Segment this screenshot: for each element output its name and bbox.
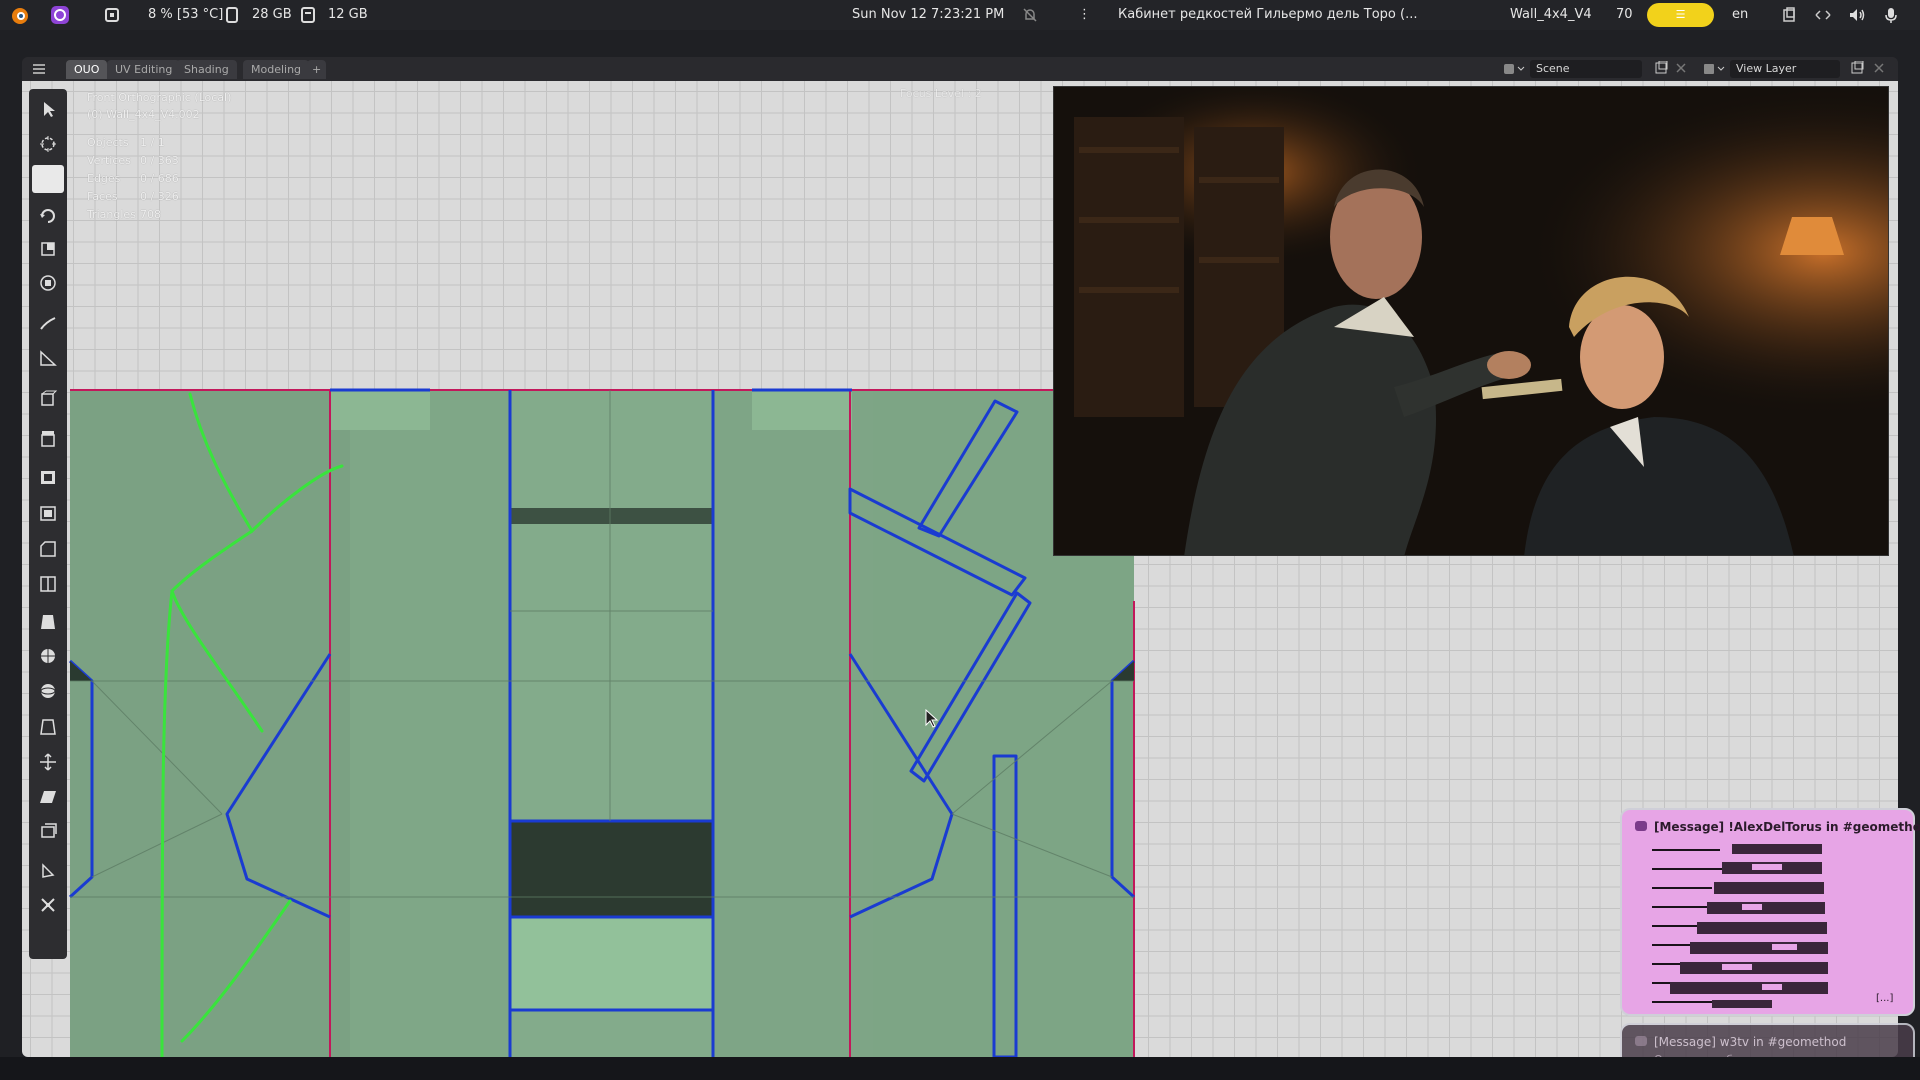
snap-icon[interactable] [32,857,64,885]
view-layer-selector-icon[interactable] [1702,61,1726,77]
tab-modeling[interactable]: Modeling [243,60,310,79]
loop-cut-icon[interactable] [32,570,64,598]
inset-faces-icon[interactable] [32,499,64,527]
tab-shading[interactable]: Shading [176,60,237,79]
app-launcher-icon[interactable] [50,5,70,25]
ram-usage: 28 GB [252,7,292,22]
scale-icon[interactable] [32,235,64,263]
add-workspace-button[interactable]: + [307,60,327,79]
stat-faces-value: 0 / 326 [140,190,179,203]
notification-title: [Message] !AlexDelTorus in #geomethod [1654,820,1920,834]
chat-icon [1635,821,1647,831]
poly-build-icon[interactable] [32,642,64,670]
new-scene-icon[interactable] [1654,60,1668,75]
extrude-region-icon[interactable] [32,425,64,453]
tweak-icon[interactable] [32,165,64,193]
volume-level: 70 [1616,7,1633,22]
scene-name-field[interactable]: Scene [1530,60,1642,78]
transform-icon[interactable] [32,269,64,297]
notification-card[interactable]: [Message] !AlexDelTorus in #geomethod [.… [1620,808,1920,1016]
menu-dots[interactable]: ⋮ [1078,0,1091,30]
stat-objects-value: 1 / 1 [140,136,165,149]
shear-icon[interactable] [32,783,64,811]
disk-usage: 12 GB [328,7,368,22]
focus-level: Focus Level : 2 [900,87,982,100]
video-frame [1054,87,1888,555]
spin-icon[interactable] [32,677,64,705]
system-topbar: 8 % [53 °C] 28 GB 12 GB Sun Nov 12 7:23:… [0,0,1920,30]
randomize-icon[interactable] [32,891,64,919]
view-layer-field[interactable]: View Layer [1730,60,1840,78]
stat-objects-label: Objects [87,136,129,149]
rip-region-icon[interactable] [32,817,64,845]
stat-triangles-label: Triangles [87,208,136,221]
network-icon[interactable] [1813,5,1833,25]
keyboard-layout[interactable]: en [1732,0,1748,30]
cursor-icon[interactable] [32,130,64,158]
mouse-cursor-icon [925,709,939,728]
notification-title: [Message] w3tv in #geomethod [1654,1035,1847,1049]
offset-loop-icon[interactable] [32,608,64,636]
clipboard-icon[interactable] [1779,5,1799,25]
cpu-usage: 8 % [53 °C] [148,7,224,22]
tool-shelf [29,89,67,959]
bevel-icon[interactable] [32,535,64,563]
remove-scene-icon[interactable] [1674,61,1688,75]
microphone-icon[interactable] [1881,5,1901,25]
stat-edges-value: 0 / 686 [140,172,179,185]
notifications-muted-icon[interactable] [1020,5,1040,25]
truncation-marker: [...] [1876,993,1894,1004]
pill-icon: ☰ [1675,8,1686,21]
extrude-along-icon[interactable] [32,463,64,491]
annotate-icon[interactable] [32,310,64,338]
desktop: 8 % [53 °C] 28 GB 12 GB Sun Nov 12 7:23:… [0,0,1920,1080]
wallpaper-strip [0,1057,1920,1080]
stat-vertices-label: Vertices [87,154,131,167]
new-view-layer-icon[interactable] [1850,60,1864,75]
object-name: (0) Wall_4x4_V4.002 [87,108,200,121]
stat-triangles-value: 708 [140,208,161,221]
measure-icon[interactable] [32,344,64,372]
tab-ouo[interactable]: OUO [66,60,108,79]
video-player-pip[interactable] [1053,86,1889,556]
cpu-icon [102,5,122,25]
active-window-title: Кабинет редкостей Гильермо дель Торо (..… [1118,7,1418,22]
edge-slide-icon[interactable] [32,748,64,776]
view-name: Front Orthographic (Local) [87,91,232,104]
ascii-art-image [1652,844,1828,1008]
blender-logo-icon[interactable] [10,5,30,25]
select-box-icon[interactable] [32,95,64,123]
chat-icon [1635,1036,1647,1046]
hamburger-menu-icon[interactable] [32,62,46,76]
stat-vertices-value: 0 / 363 [140,154,179,167]
disk-icon [298,5,318,25]
speaker-icon[interactable] [1847,5,1867,25]
status-pill[interactable]: ☰ [1647,3,1714,27]
workspace-header: OUO UV Editing Shading Modeling + Scene … [22,57,1898,81]
clock[interactable]: Sun Nov 12 7:23:21 PM [852,0,1004,30]
workspace-name: Wall_4x4_V4 [1510,7,1592,22]
tab-uv-editing[interactable]: UV Editing [107,60,181,79]
stat-faces-label: Faces [87,190,118,203]
stat-edges-label: Edges [87,172,121,185]
remove-view-layer-icon[interactable] [1872,61,1886,75]
add-cube-icon[interactable] [32,385,64,413]
rotate-icon[interactable] [32,202,64,230]
memory-icon [222,5,242,25]
scene-selector-icon[interactable] [1502,61,1526,77]
smooth-icon[interactable] [32,713,64,741]
